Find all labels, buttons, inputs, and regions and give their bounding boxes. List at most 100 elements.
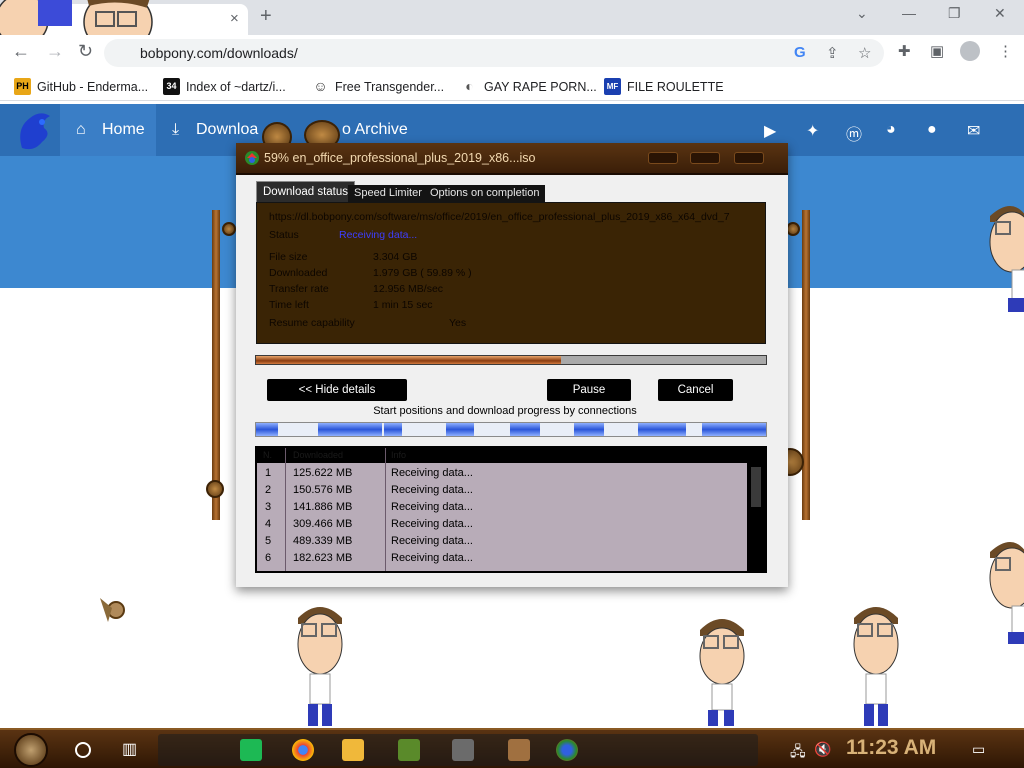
- row-number: 4: [265, 518, 272, 530]
- file-size-label: File size: [269, 251, 308, 263]
- dialog-restore-button[interactable]: [690, 152, 720, 164]
- profile-icon[interactable]: [960, 41, 980, 61]
- reload-icon[interactable]: ↻: [78, 41, 93, 62]
- task-view-icon[interactable]: ▥: [122, 739, 137, 759]
- col-header-info[interactable]: Info: [391, 450, 406, 460]
- spotify-icon[interactable]: [240, 739, 262, 761]
- minecraft-icon[interactable]: [398, 739, 420, 761]
- transfer-rate-label: Transfer rate: [269, 283, 329, 295]
- mail-icon[interactable]: ✉: [967, 121, 980, 141]
- table-row[interactable]: 5 489.339 MB Receiving data...: [257, 533, 747, 550]
- url-text[interactable]: bobpony.com/downloads/: [140, 45, 298, 61]
- idm-icon: [245, 151, 259, 165]
- taskbar-clock[interactable]: 11:23 AM: [846, 736, 936, 760]
- nav-downloads[interactable]: Downloa: [196, 121, 258, 139]
- tab-search-icon[interactable]: ⌄: [856, 5, 868, 22]
- cancel-button[interactable]: Cancel: [658, 379, 733, 401]
- table-row[interactable]: 1 125.622 MB Receiving data...: [257, 465, 747, 482]
- minecraft-launcher-icon[interactable]: [452, 739, 474, 761]
- table-scrollbar[interactable]: [747, 463, 765, 571]
- ph-icon: PH: [14, 78, 31, 95]
- menu-icon[interactable]: ⋮: [998, 42, 1013, 60]
- row-number: 2: [265, 484, 272, 496]
- dialog-minimize-button[interactable]: [648, 152, 678, 164]
- dialog-close-button[interactable]: [734, 152, 764, 164]
- tab-speed-limiter[interactable]: Speed Limiter: [348, 185, 428, 203]
- row-number: 6: [265, 552, 272, 564]
- address-bar[interactable]: bobpony.com/downloads/ G ⇪ ☆: [104, 39, 884, 67]
- col-header-downloaded[interactable]: Downloaded: [293, 450, 343, 460]
- close-window-button[interactable]: ✕: [994, 5, 1006, 22]
- row-info: Receiving data...: [391, 484, 473, 496]
- hide-details-button[interactable]: << Hide details: [267, 379, 407, 401]
- pet-app-icon[interactable]: [508, 739, 530, 761]
- status-value: Receiving data...: [339, 229, 418, 241]
- dialog-title: 59% en_office_professional_plus_2019_x86…: [264, 151, 536, 165]
- google-lens-icon[interactable]: G: [794, 44, 806, 61]
- tab-options-on-completion[interactable]: Options on completion: [424, 185, 546, 203]
- notifications-icon[interactable]: ▭: [972, 741, 985, 758]
- connections-table: N. Downloaded Info 1 125.622 MB Receivin…: [255, 446, 767, 573]
- youtube-icon[interactable]: ▶: [764, 121, 776, 141]
- tab-download-status[interactable]: Download status: [256, 181, 356, 203]
- pause-button[interactable]: Pause: [547, 379, 631, 401]
- bobpony-logo[interactable]: [12, 108, 58, 154]
- side-panel-icon[interactable]: ▣: [930, 42, 944, 60]
- nav-home[interactable]: ⌂ Home: [60, 104, 156, 156]
- status-panel: https://dl.bobpony.com/software/ms/offic…: [256, 202, 766, 344]
- file-explorer-icon[interactable]: [342, 739, 364, 761]
- row-info: Receiving data...: [391, 518, 473, 530]
- new-tab-button[interactable]: +: [260, 5, 272, 28]
- chrome-icon[interactable]: [292, 739, 314, 761]
- connection-segment: [256, 423, 278, 436]
- bookmark-free-transgender[interactable]: ☺ Free Transgender...: [312, 78, 444, 95]
- table-row[interactable]: 4 309.466 MB Receiving data...: [257, 516, 747, 533]
- gear-icon: [222, 222, 236, 236]
- search-circle-icon[interactable]: [75, 742, 91, 758]
- forward-icon[interactable]: →: [46, 41, 64, 62]
- nav-archive[interactable]: o Archive: [342, 121, 408, 139]
- bookmark-label: GitHub - Enderma...: [37, 79, 149, 94]
- scrollbar-thumb[interactable]: [751, 467, 761, 507]
- cartoon-character[interactable]: [292, 600, 348, 726]
- table-row[interactable]: 2 150.576 MB Receiving data...: [257, 482, 747, 499]
- tab-close-icon[interactable]: ×: [230, 10, 239, 27]
- minimize-button[interactable]: —: [902, 5, 916, 21]
- cartoon-character[interactable]: [986, 200, 1024, 316]
- bookmark-github[interactable]: PH GitHub - Enderma...: [14, 78, 148, 95]
- volume-muted-icon[interactable]: 🔇: [814, 741, 831, 758]
- discord-icon[interactable]: ◕: [886, 121, 896, 139]
- cartoon-character[interactable]: [848, 600, 904, 726]
- file-size-value: 3.304 GB: [373, 251, 418, 263]
- file-roulette-icon: MF: [604, 78, 621, 95]
- row-info: Receiving data...: [391, 467, 473, 479]
- restore-button[interactable]: ❐: [948, 5, 961, 22]
- dialog-titlebar[interactable]: 59% en_office_professional_plus_2019_x86…: [236, 143, 788, 175]
- pipe-left: [212, 210, 220, 520]
- network-icon[interactable]: 🖧: [790, 741, 806, 765]
- table-row[interactable]: 3 141.886 MB Receiving data...: [257, 499, 747, 516]
- row-info: Receiving data...: [391, 501, 473, 513]
- extensions-icon[interactable]: ✚: [898, 42, 911, 60]
- star-icon[interactable]: ☆: [858, 44, 871, 62]
- nav-home-label: Home: [102, 121, 145, 138]
- twitter-icon[interactable]: ✦: [806, 121, 819, 141]
- start-button[interactable]: [14, 733, 48, 767]
- cartoon-character[interactable]: [694, 612, 750, 728]
- time-left-value: 1 min 15 sec: [373, 299, 433, 311]
- cartoon-character[interactable]: [986, 536, 1024, 646]
- bookmark-gay[interactable]: ◐ GAY RAPE PORN...: [461, 78, 597, 95]
- table-row[interactable]: 6 182.623 MB Receiving data...: [257, 550, 747, 567]
- row-downloaded: 489.339 MB: [293, 535, 353, 547]
- back-icon[interactable]: ←: [12, 41, 30, 62]
- resume-label: Resume capability: [269, 317, 355, 329]
- row-info: Receiving data...: [391, 552, 473, 564]
- col-header-n[interactable]: N.: [263, 450, 272, 460]
- idm-icon[interactable]: [556, 739, 578, 761]
- mastodon-icon[interactable]: ⓜ: [846, 121, 862, 145]
- share-icon[interactable]: ⇪: [826, 44, 839, 62]
- bookmark-label: Index of ~dartz/i...: [186, 79, 286, 94]
- bookmark-index[interactable]: 34 Index of ~dartz/i...: [163, 78, 286, 95]
- bookmark-file-roulette[interactable]: MF FILE ROULETTE: [604, 78, 724, 95]
- github-icon[interactable]: ●: [927, 121, 937, 139]
